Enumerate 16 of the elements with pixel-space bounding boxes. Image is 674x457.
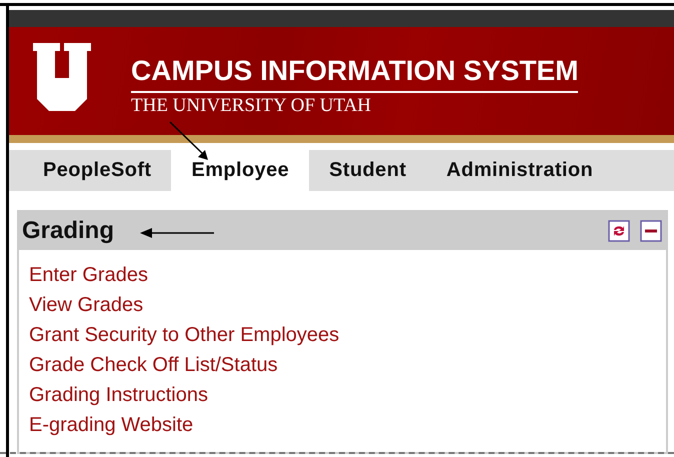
annotation-arrow: [169, 121, 208, 160]
university-name: THE UNIVERSITY OF UTAH: [131, 94, 372, 117]
grading-link[interactable]: View Grades: [29, 290, 144, 320]
grading-link[interactable]: Grading Instructions: [29, 380, 208, 410]
grading-link[interactable]: E-grading Website: [29, 410, 194, 440]
nav-tab[interactable]: Employee: [171, 150, 310, 191]
system-title: CAMPUS INFORMATION SYSTEM: [131, 55, 578, 93]
grading-link[interactable]: Enter Grades: [29, 260, 148, 290]
grading-link[interactable]: Grant Security to Other Employees: [29, 320, 340, 350]
minimize-icon[interactable]: [640, 220, 662, 242]
nav-tab[interactable]: Student: [309, 150, 426, 191]
nav-tab[interactable]: PeopleSoft: [23, 150, 172, 191]
grading-link[interactable]: Grade Check Off List/Status: [29, 350, 278, 380]
nav-tab[interactable]: Administration: [426, 150, 614, 191]
panel-title: Grading: [22, 217, 114, 245]
refresh-icon[interactable]: [608, 220, 630, 242]
